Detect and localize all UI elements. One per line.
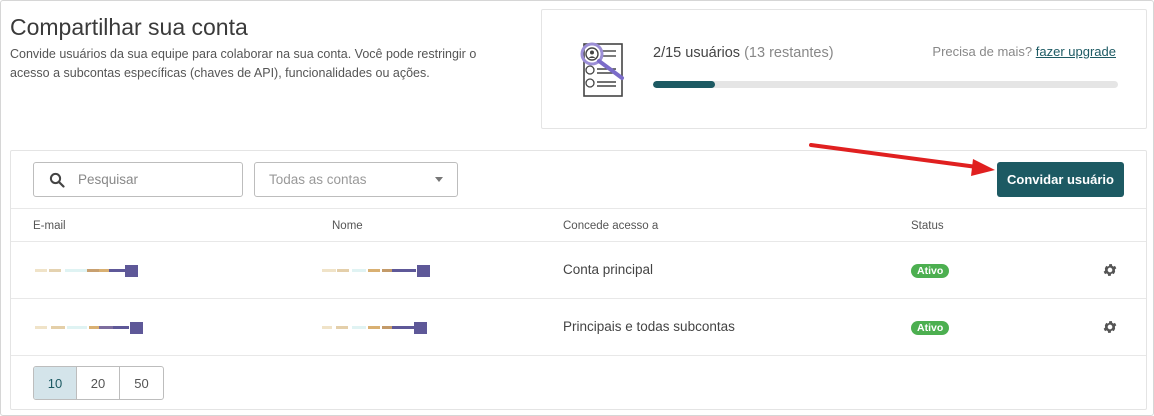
usage-progress-bar	[653, 81, 1118, 88]
account-filter-value: Todas as contas	[269, 172, 367, 187]
column-header-status: Status	[911, 220, 944, 232]
users-panel: Todas as contas Convidar usuário E-mail …	[10, 143, 1147, 410]
usage-remaining: (13 restantes)	[744, 45, 834, 61]
invite-user-button[interactable]: Convidar usuário	[997, 162, 1124, 197]
search-input[interactable]	[78, 172, 228, 187]
access-cell: Principais e todas subcontas	[563, 319, 735, 334]
account-filter-select[interactable]: Todas as contas	[254, 162, 458, 197]
status-badge: Ativo	[911, 321, 950, 335]
upgrade-link[interactable]: fazer upgrade	[1036, 44, 1116, 59]
usage-card: 2/15 usuários (13 restantes) Precisa de …	[541, 9, 1147, 129]
search-icon	[49, 172, 65, 188]
table-row: Conta principal Ativo	[11, 242, 1146, 299]
chevron-down-icon	[435, 177, 443, 182]
page-size-10[interactable]: 10	[34, 367, 77, 399]
column-header-name: Nome	[332, 220, 363, 232]
page-size-50[interactable]: 50	[120, 367, 163, 399]
gear-icon[interactable]	[1102, 262, 1118, 278]
redacted-email	[35, 265, 138, 277]
page-size-selector: 10 20 50	[33, 366, 164, 400]
usage-count: 2/15 usuários (13 restantes)	[653, 45, 834, 61]
access-cell: Conta principal	[563, 262, 654, 277]
upgrade-prompt-text: Precisa de mais?	[932, 44, 1033, 59]
table-row: Principais e todas subcontas Ativo	[11, 299, 1146, 356]
search-box[interactable]	[33, 162, 243, 197]
page-title: Compartilhar sua conta	[10, 14, 248, 40]
red-arrow-annotation-icon	[809, 143, 995, 176]
usage-progress-fill	[653, 81, 715, 88]
page-description: Convide usuários da sua equipe para cola…	[10, 47, 477, 80]
status-badge: Ativo	[911, 264, 950, 278]
usage-count-value: 2/15 usuários	[653, 45, 741, 61]
table-header: E-mail Nome Concede acesso a Status	[11, 208, 1146, 242]
redacted-name	[322, 322, 427, 334]
upgrade-prompt: Precisa de mais? fazer upgrade	[932, 44, 1116, 59]
redacted-name	[322, 265, 430, 277]
user-list-illustration-icon	[580, 42, 624, 97]
column-header-access: Concede acesso a	[563, 220, 659, 232]
column-header-email: E-mail	[33, 220, 66, 232]
page-size-20[interactable]: 20	[77, 367, 120, 399]
redacted-email	[35, 322, 143, 334]
gear-icon[interactable]	[1102, 319, 1118, 335]
